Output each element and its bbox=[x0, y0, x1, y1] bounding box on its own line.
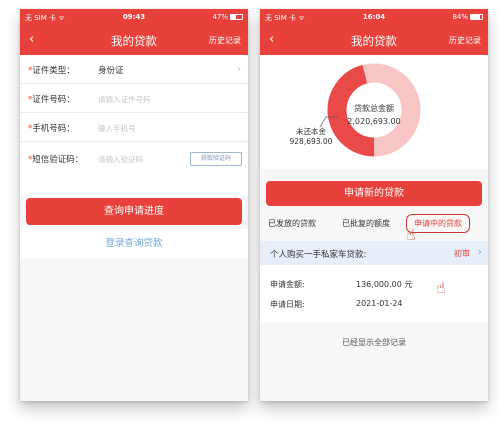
amount-value: 136,000.00 元 bbox=[356, 280, 413, 289]
nav-bar: ‹ 我的贷款 历史记录 bbox=[20, 26, 248, 55]
amount-row: 申请金额: 136,000.00 元 bbox=[270, 279, 412, 290]
id-type-row[interactable]: *证件类型： 身份证 › bbox=[20, 55, 248, 84]
date-label: 申请日期: bbox=[270, 300, 305, 309]
loan-status: 初审 bbox=[454, 249, 470, 258]
date-value: 2021-01-24 bbox=[356, 299, 403, 308]
amount-label: 申请金额: bbox=[270, 280, 305, 289]
sms-label: *短信验证码： bbox=[28, 155, 84, 165]
date-row: 申请日期: 2021-01-24 bbox=[270, 299, 403, 310]
loan-donut-chart: 贷款总金额 2,020,693.00 未还本金 928,693.00 bbox=[260, 55, 488, 169]
chevron-right-icon: › bbox=[236, 62, 241, 75]
pointing-hand-icon: ☝ bbox=[406, 225, 416, 244]
id-number-label: *证件号码： bbox=[28, 95, 75, 105]
history-link[interactable]: 历史记录 bbox=[209, 35, 241, 46]
phone-row: *手机号码： 输入手机号 bbox=[20, 113, 248, 142]
pointing-hand-icon: ☝ bbox=[436, 278, 446, 297]
loan-name: 个人购买一手私家车贷款: bbox=[270, 250, 367, 260]
loan-card-header[interactable]: 个人购买一手私家车贷款: 初审 › bbox=[260, 241, 488, 265]
donut-center: 贷款总金额 2,020,693.00 bbox=[324, 103, 424, 126]
login-query-button[interactable]: 登录查询贷款 bbox=[20, 229, 248, 259]
battery-percent: 84% bbox=[452, 13, 468, 21]
battery-icon bbox=[230, 14, 243, 20]
tab-issued-loans[interactable]: 已发放的贷款 bbox=[268, 218, 316, 229]
sms-row: *短信验证码： 请输入验证码 获取验证码 bbox=[20, 142, 248, 175]
id-type-value: 身份证 bbox=[98, 66, 124, 76]
chevron-right-icon: › bbox=[477, 245, 482, 258]
query-progress-button[interactable]: 查询申请进度 bbox=[26, 198, 242, 225]
id-number-row: *证件号码： 请输入证件号码 bbox=[20, 84, 248, 113]
phone-input[interactable]: 输入手机号 bbox=[98, 123, 136, 134]
apply-new-loan-button[interactable]: 申请新的贷款 bbox=[266, 181, 482, 206]
nav-bar: ‹ 我的贷款 历史记录 bbox=[260, 26, 488, 55]
id-type-label: *证件类型： bbox=[28, 66, 75, 76]
total-label: 贷款总金额 bbox=[354, 104, 394, 113]
status-bar: 无 SIM 卡 ᯤ 16:04 84% bbox=[260, 9, 488, 26]
sms-input[interactable]: 请输入验证码 bbox=[98, 154, 143, 165]
status-bar: 无 SIM 卡 ᯤ 09:43 47% bbox=[20, 9, 248, 26]
total-amount: 2,020,693.00 bbox=[347, 117, 401, 126]
unpaid-principal-label: 未还本金 928,693.00 bbox=[289, 127, 333, 146]
get-code-button[interactable]: 获取验证码 bbox=[190, 152, 242, 166]
loan-application-card: 个人购买一手私家车贷款: 初审 › 申请金额: 136,000.00 元 申请日… bbox=[260, 241, 488, 323]
loan-tabs: 已发放的贷款 已批复的额度 申请中的贷款 bbox=[260, 209, 488, 237]
history-link[interactable]: 历史记录 bbox=[449, 35, 481, 46]
left-phone-screen: 无 SIM 卡 ᯤ 09:43 47% ‹ 我的贷款 历史记录 *证件类型： 身… bbox=[20, 9, 248, 401]
right-phone-screen: 无 SIM 卡 ᯤ 16:04 84% ‹ 我的贷款 历史记录 贷款总金额 2,… bbox=[260, 9, 488, 401]
id-number-input[interactable]: 请输入证件号码 bbox=[98, 94, 151, 105]
tab-approved-limit[interactable]: 已批复的额度 bbox=[342, 218, 390, 229]
battery-icon bbox=[470, 14, 483, 20]
all-records-note: 已经显示全部记录 bbox=[342, 338, 406, 347]
query-form: *证件类型： 身份证 › *证件号码： 请输入证件号码 *手机号码： 输入手机号… bbox=[20, 55, 248, 195]
battery-percent: 47% bbox=[212, 13, 228, 21]
phone-label: *手机号码： bbox=[28, 124, 75, 134]
